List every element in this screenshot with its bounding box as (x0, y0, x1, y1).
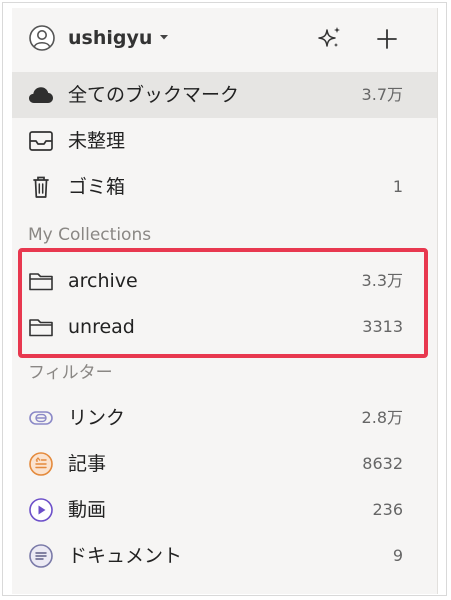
sidebar-item-unsorted[interactable]: 未整理 (12, 118, 437, 164)
item-count: 8632 (362, 454, 403, 473)
sidebar-header: ushigyu (12, 8, 437, 68)
item-count: 1 (392, 177, 403, 196)
filter-item-article[interactable]: 記事 8632 (12, 441, 437, 487)
item-count: 3.7万 (361, 85, 403, 104)
trash-icon (33, 176, 49, 198)
inbox-icon (29, 131, 53, 151)
sidebar-item-label: unread (68, 316, 135, 338)
filter-item-link[interactable]: リンク 2.8万 (12, 395, 437, 441)
folder-icon (29, 319, 53, 337)
caret-down-icon[interactable] (157, 30, 171, 44)
item-count: 3.3万 (361, 271, 403, 290)
sidebar-item-label: 全てのブックマーク (68, 84, 240, 106)
sidebar-item-label: 未整理 (68, 130, 126, 152)
sidebar-item-label: 記事 (68, 453, 107, 475)
sidebar-item-label: ゴミ箱 (68, 176, 126, 198)
sidebar-item-label: archive (68, 270, 138, 292)
sidebar-item-all-bookmarks[interactable]: 全てのブックマーク 3.7万 (12, 72, 437, 118)
item-count: 9 (392, 546, 403, 565)
item-count: 2.8万 (361, 408, 403, 427)
filter-item-document[interactable]: ドキュメント 9 (12, 533, 437, 579)
plus-icon[interactable] (372, 24, 402, 54)
collection-item-archive[interactable]: archive 3.3万 (12, 258, 437, 304)
document-icon (29, 544, 53, 568)
sidebar-item-trash[interactable]: ゴミ箱 1 (12, 164, 437, 210)
section-title-filters: フィルター (28, 363, 113, 383)
play-icon (29, 498, 53, 522)
cloud-icon (29, 87, 53, 103)
item-count: 236 (372, 500, 403, 519)
username[interactable]: ushigyu (68, 26, 152, 50)
section-title-collections: My Collections (28, 225, 152, 245)
sidebar-item-label: リンク (68, 407, 126, 429)
sidebar-item-label: 動画 (68, 499, 107, 521)
collection-item-unread[interactable]: unread 3313 (12, 304, 437, 350)
sidebar-divider (437, 8, 438, 594)
link-icon (29, 411, 53, 425)
user-avatar-icon[interactable] (29, 25, 55, 51)
filter-item-video[interactable]: 動画 236 (12, 487, 437, 533)
sidebar: ushigyu 全てのブックマーク 3.7万 未整理 ゴミ箱 1 My Coll… (12, 8, 437, 594)
folder-icon (29, 273, 53, 291)
sparkle-icon[interactable] (314, 24, 344, 54)
item-count: 3313 (362, 317, 403, 336)
article-icon (29, 452, 53, 476)
sidebar-item-label: ドキュメント (68, 545, 183, 567)
